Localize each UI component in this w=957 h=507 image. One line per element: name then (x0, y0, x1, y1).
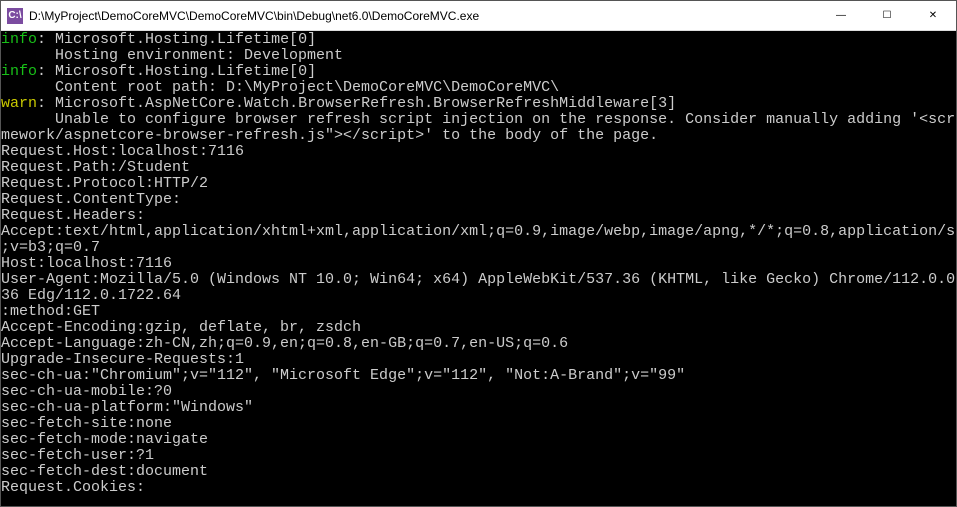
log-line: sec-ch-ua-mobile:?0 (1, 383, 172, 400)
log-line: sec-fetch-mode:navigate (1, 431, 208, 448)
log-line: Hosting environment: Development (1, 47, 343, 64)
maximize-button[interactable]: ☐ (864, 1, 910, 30)
console-output[interactable]: info: Microsoft.Hosting.Lifetime[0] Host… (1, 31, 956, 506)
console-window: C:\ D:\MyProject\DemoCoreMVC\DemoCoreMVC… (0, 0, 957, 507)
log-line: Request.Path:/Student (1, 159, 190, 176)
log-line: sec-ch-ua-platform:"Windows" (1, 399, 253, 416)
log-line: Request.Host:localhost:7116 (1, 143, 244, 160)
log-level-info: info (1, 63, 37, 80)
log-line: Microsoft.Hosting.Lifetime[0] (55, 31, 316, 48)
log-line: Request.Protocol:HTTP/2 (1, 175, 208, 192)
log-line: Content root path: D:\MyProject\DemoCore… (1, 79, 559, 96)
minimize-button[interactable]: — (818, 1, 864, 30)
log-line: Request.Headers: (1, 207, 145, 224)
app-icon: C:\ (7, 8, 23, 24)
log-level-warn: warn (1, 95, 37, 112)
log-line: Accept:text/html,application/xhtml+xml,a… (1, 223, 956, 240)
log-line: mework/aspnetcore-browser-refresh.js"></… (1, 127, 658, 144)
log-line: sec-ch-ua:"Chromium";v="112", "Microsoft… (1, 367, 685, 384)
window-title: D:\MyProject\DemoCoreMVC\DemoCoreMVC\bin… (29, 9, 818, 23)
log-line: Request.ContentType: (1, 191, 181, 208)
close-button[interactable]: ✕ (910, 1, 956, 30)
log-level-info: info (1, 31, 37, 48)
window-controls: — ☐ ✕ (818, 1, 956, 30)
log-line: Accept-Language:zh-CN,zh;q=0.9,en;q=0.8,… (1, 335, 568, 352)
log-line: 36 Edg/112.0.1722.64 (1, 287, 181, 304)
log-line: Microsoft.Hosting.Lifetime[0] (55, 63, 316, 80)
log-sep: : (37, 63, 55, 80)
log-line: Request.Cookies: (1, 479, 145, 496)
log-sep: : (37, 95, 55, 112)
log-line: sec-fetch-dest:document (1, 463, 208, 480)
log-line: Upgrade-Insecure-Requests:1 (1, 351, 244, 368)
log-line: :method:GET (1, 303, 100, 320)
log-sep: : (37, 31, 55, 48)
log-line: sec-fetch-site:none (1, 415, 172, 432)
titlebar[interactable]: C:\ D:\MyProject\DemoCoreMVC\DemoCoreMVC… (1, 1, 956, 31)
log-line: Unable to configure browser refresh scri… (1, 111, 956, 128)
log-line: User-Agent:Mozilla/5.0 (Windows NT 10.0;… (1, 271, 956, 288)
log-line: Host:localhost:7116 (1, 255, 172, 272)
log-line: Microsoft.AspNetCore.Watch.BrowserRefres… (55, 95, 676, 112)
log-line: sec-fetch-user:?1 (1, 447, 154, 464)
log-line: Accept-Encoding:gzip, deflate, br, zsdch (1, 319, 361, 336)
log-line: ;v=b3;q=0.7 (1, 239, 100, 256)
